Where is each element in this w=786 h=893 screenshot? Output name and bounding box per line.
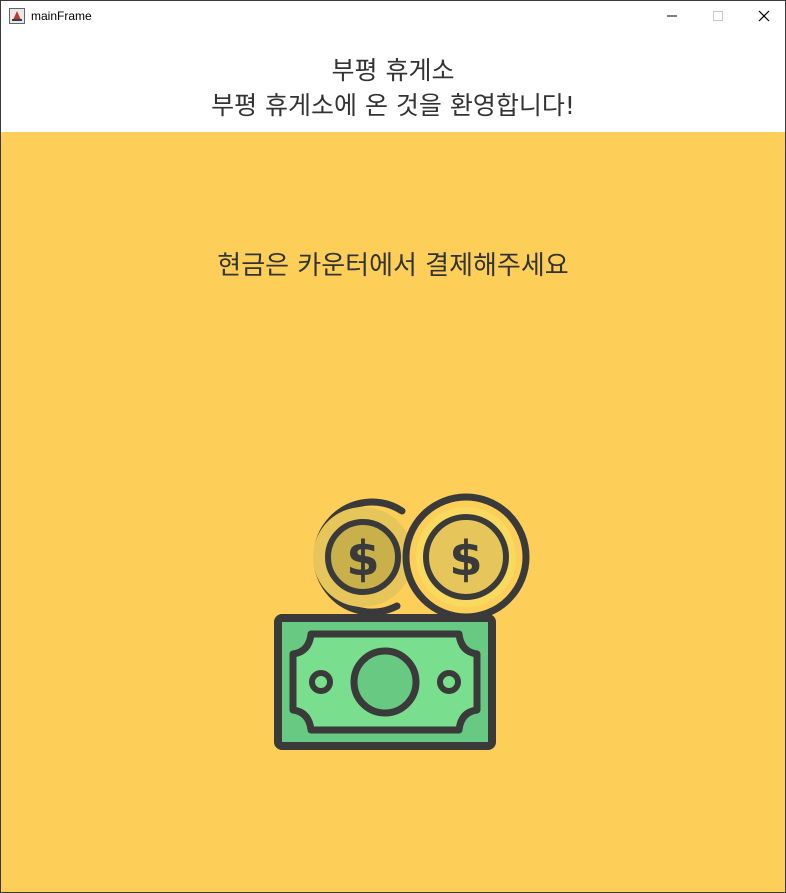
maximize-button[interactable] (695, 1, 741, 31)
header-panel: 부평 휴게소 부평 휴게소에 온 것을 환영합니다! (1, 31, 785, 132)
main-window: mainFrame 부평 휴게소 부평 휴게소에 온 것을 환영합니다! 현금은… (0, 0, 786, 893)
close-button[interactable] (741, 1, 785, 31)
coin-back: $ (313, 498, 413, 616)
window-title: mainFrame (31, 9, 92, 23)
svg-text:$: $ (346, 531, 379, 587)
java-app-icon (9, 8, 25, 24)
banknote (274, 614, 496, 750)
minimize-icon (667, 15, 677, 17)
coin-front: $ (402, 493, 530, 621)
welcome-message: 부평 휴게소에 온 것을 환영합니다! (211, 91, 575, 120)
cash-money-icon: $ $ (274, 493, 530, 750)
title-bar[interactable]: mainFrame (1, 1, 785, 31)
maximize-icon (713, 11, 723, 21)
close-icon (758, 10, 770, 22)
rest-area-title: 부평 휴게소 (331, 56, 455, 85)
cash-payment-message: 현금은 카운터에서 결제해주세요 (217, 251, 569, 281)
svg-text:$: $ (449, 531, 482, 587)
payment-panel: 현금은 카운터에서 결제해주세요 $ $ (1, 132, 785, 892)
minimize-button[interactable] (649, 1, 695, 31)
